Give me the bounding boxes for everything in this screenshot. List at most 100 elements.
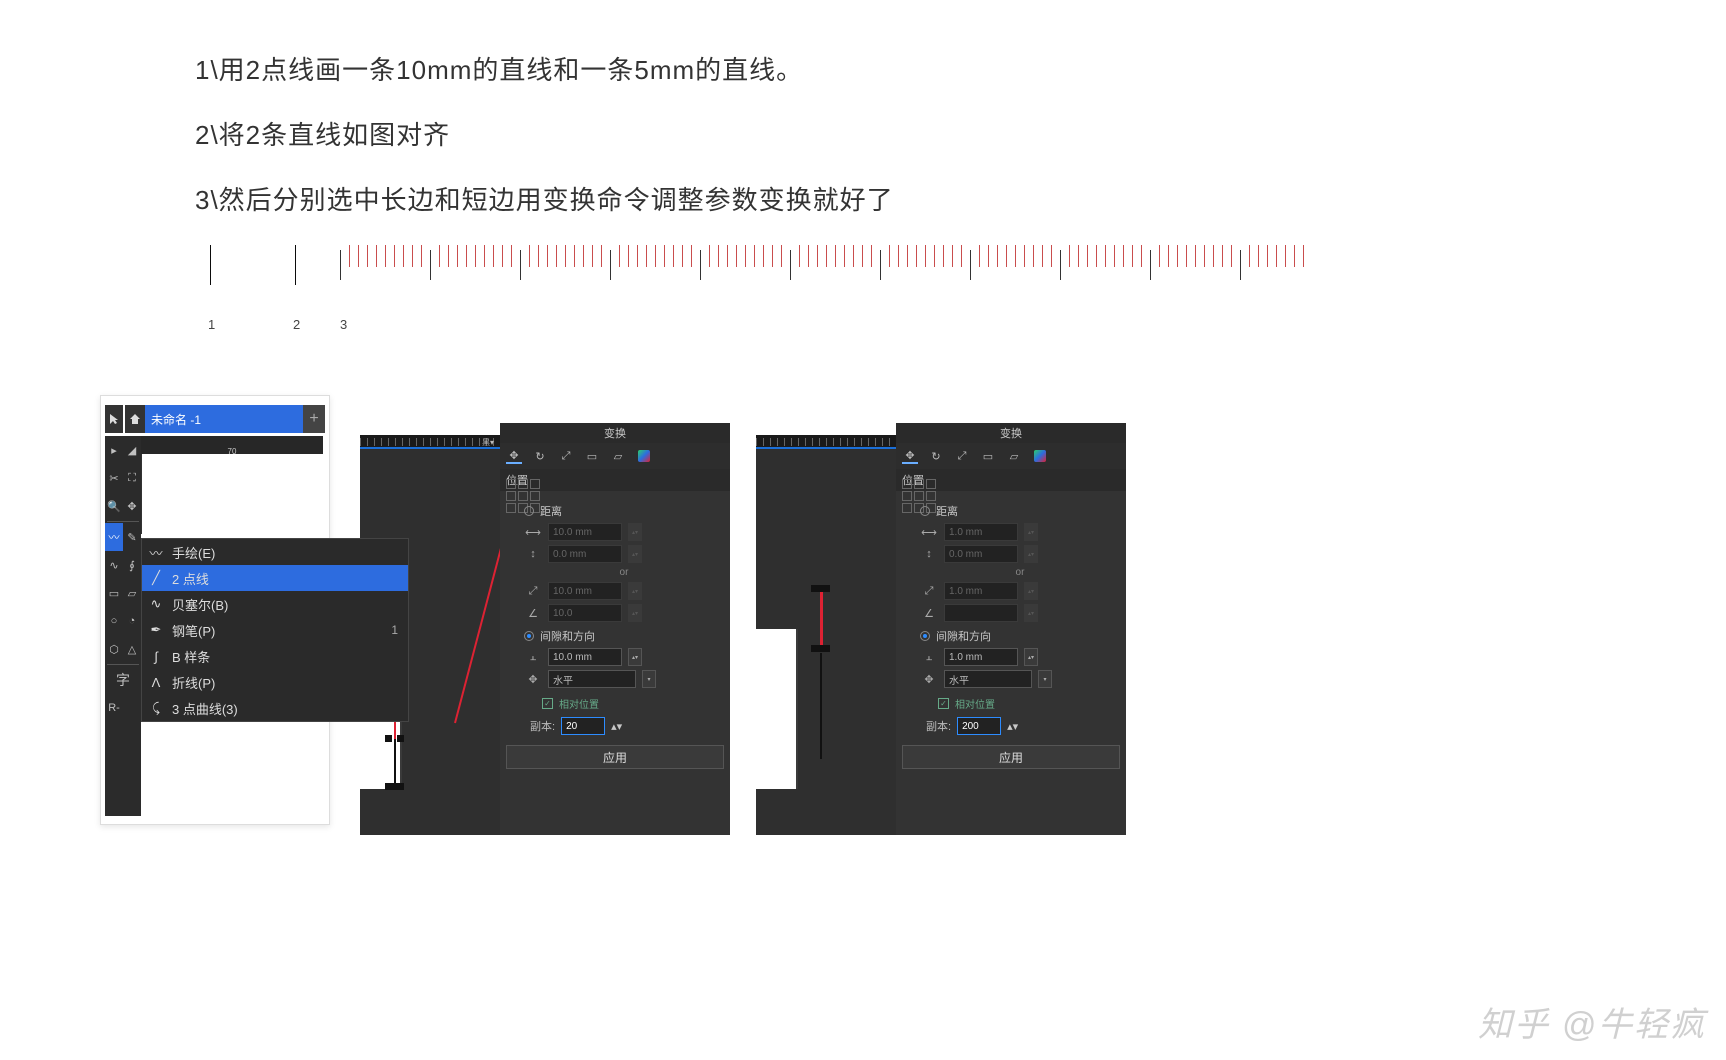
direction-dropdown[interactable]: ▾ [642, 670, 656, 688]
tab-scale-icon-2[interactable]: ⤢ [954, 448, 970, 464]
flyout-pen[interactable]: ✒钢笔(P)1 [142, 617, 408, 643]
flyout-bspline[interactable]: ∫B 样条 [142, 643, 408, 669]
input-dist-h-2[interactable]: 1.0 mm [944, 523, 1018, 541]
freehand-tool[interactable]: 〰 [105, 523, 123, 551]
ellipse2-tool[interactable]: ◔ [123, 607, 141, 635]
tab-position-icon[interactable]: ✥ [506, 448, 522, 464]
spin-dist-h[interactable]: ▴▾ [628, 523, 642, 541]
origin-anchor-grid-2[interactable] [902, 479, 936, 513]
spin-copies[interactable]: ▴▾ [611, 720, 622, 733]
polygon-tool[interactable]: ⬡ [105, 635, 123, 663]
transform-docker-2: 变换 ✥ ↻ ⤢ ▭ ▱ 位置 距离 ⟷1.0 mm▴▾ ↕0.0 mm▴▾ o… [896, 423, 1126, 835]
pan-tool[interactable]: ✥ [123, 492, 141, 520]
ellipse-tool[interactable]: ○ [105, 607, 123, 635]
radio-distance-2[interactable] [920, 506, 930, 516]
pick-tool-icon[interactable] [105, 405, 123, 433]
spin-dist-v-2[interactable]: ▴▾ [1024, 545, 1038, 563]
input-dist-v[interactable]: 0.0 mm [548, 545, 622, 563]
docker-tab-row: ✥ ↻ ⤢ ▭ ▱ [500, 443, 730, 469]
transform-docker: 变换 ✥ ↻ ⤢ ▭ ▱ 位置 距离 ⟷10.0 mm▴▾ ↕0.0 mm▴▾ … [500, 423, 730, 835]
spin-angle-len-2[interactable]: ▴▾ [1024, 582, 1038, 600]
spin-dist-h-2[interactable]: ▴▾ [1024, 523, 1038, 541]
curve2-tool[interactable]: ∮ [123, 551, 141, 579]
spin-angle-len[interactable]: ▴▾ [628, 582, 642, 600]
three-point-curve-icon: ⤹ [148, 700, 164, 716]
anglelen-icon-2: ⤢ [920, 585, 938, 598]
tab-scale-icon[interactable]: ⤢ [558, 448, 574, 464]
zoom-tool[interactable]: 🔍 [105, 492, 123, 520]
instruction-step1: 1\用2点线画一条10mm的直线和一条5mm的直线。 [195, 50, 1726, 87]
flyout-bezier[interactable]: ∿贝塞尔(B) [142, 591, 408, 617]
spin-gap[interactable]: ▴▾ [628, 648, 642, 666]
rect2-tool[interactable]: ▱ [123, 579, 141, 607]
flyout-three-point-curve[interactable]: ⤹3 点曲线(3) [142, 695, 408, 721]
input-angle-len-2[interactable]: 1.0 mm [944, 582, 1018, 600]
angle-icon-2: ∠ [920, 607, 938, 620]
instruction-step3: 3\然后分别选中长边和短边用变换命令调整参数变换就好了 [195, 180, 1726, 217]
spin-angle-deg[interactable]: ▴▾ [628, 604, 642, 622]
star-tool[interactable]: △ [123, 635, 141, 663]
select-direction-2[interactable]: 水平 [944, 670, 1032, 688]
select-direction[interactable]: 水平 [548, 670, 636, 688]
flyout-polyline[interactable]: Λ折线(P) [142, 669, 408, 695]
tab-skew-icon-2[interactable]: ▱ [1006, 448, 1022, 464]
radio-gap[interactable] [524, 631, 534, 641]
input-angle-deg-2[interactable] [944, 604, 1018, 622]
selection-short-line[interactable] [811, 589, 831, 759]
spin-angle-deg-2[interactable]: ▴▾ [1024, 604, 1038, 622]
ruler-label-3: 3 [340, 317, 347, 332]
flyout-freehand[interactable]: 〰手绘(E) [142, 539, 408, 565]
instructions-block: 1\用2点线画一条10mm的直线和一条5mm的直线。 2\将2条直线如图对齐 3… [0, 0, 1726, 217]
spin-dist-v[interactable]: ▴▾ [628, 545, 642, 563]
input-gap[interactable]: 10.0 mm [548, 648, 622, 666]
radio-gap-2[interactable] [920, 631, 930, 641]
anglelen-icon: ⤢ [524, 585, 542, 598]
checkbox-relative-2[interactable]: ✓ [938, 698, 949, 709]
crop2-tool[interactable]: ⛶ [123, 464, 141, 492]
copies-label: 副本: [530, 718, 555, 734]
tab-project-icon[interactable] [636, 448, 652, 464]
vert-icon: ↕ [524, 548, 542, 560]
direction-dropdown-2[interactable]: ▾ [1038, 670, 1052, 688]
crop-tool[interactable]: ✂ [105, 464, 123, 492]
or-separator-2: or [920, 567, 1120, 578]
tab-skew-icon[interactable]: ▱ [610, 448, 626, 464]
copies-label-2: 副本: [926, 718, 951, 734]
input-copies-2[interactable]: 200 [957, 717, 1001, 735]
input-copies[interactable]: 20 [561, 717, 605, 735]
tab-rotate-icon[interactable]: ↻ [532, 448, 548, 464]
input-dist-h[interactable]: 10.0 mm [548, 523, 622, 541]
document-tab[interactable]: 未命名 -1 [145, 405, 303, 433]
horiz-icon-2: ⟷ [920, 526, 938, 539]
text-tool[interactable]: 字 [105, 666, 141, 694]
home-icon[interactable] [125, 405, 145, 433]
add-tab-button[interactable]: + [303, 405, 325, 433]
pick-tool[interactable]: ▸ [105, 436, 123, 464]
spin-gap-2[interactable]: ▴▾ [1024, 648, 1038, 666]
input-angle-deg[interactable]: 10.0 [548, 604, 622, 622]
input-dist-v-2[interactable]: 0.0 mm [944, 545, 1018, 563]
tab-position-icon-2[interactable]: ✥ [902, 448, 918, 464]
dim-tool[interactable]: R- [105, 694, 123, 722]
apply-button-2[interactable]: 应用 [902, 745, 1120, 769]
tab-rotate-icon-2[interactable]: ↻ [928, 448, 944, 464]
tab-size-icon[interactable]: ▭ [584, 448, 600, 464]
radio-distance[interactable] [524, 506, 534, 516]
gap-icon: ⫠ [524, 651, 542, 664]
horiz-icon: ⟷ [524, 526, 542, 539]
polyline-icon: Λ [148, 675, 164, 690]
shape-tool[interactable]: ◢ [123, 436, 141, 464]
apply-button[interactable]: 应用 [506, 745, 724, 769]
rectangle-tool[interactable]: ▭ [105, 579, 123, 607]
artistic-tool[interactable]: ✎ [123, 523, 141, 551]
input-angle-len[interactable]: 10.0 mm [548, 582, 622, 600]
origin-anchor-grid[interactable] [506, 479, 540, 513]
checkbox-relative-label-2: 相对位置 [955, 696, 995, 711]
flyout-two-point-line[interactable]: ╱2 点线 [142, 565, 408, 591]
input-gap-2[interactable]: 1.0 mm [944, 648, 1018, 666]
tab-size-icon-2[interactable]: ▭ [980, 448, 996, 464]
spin-copies-2[interactable]: ▴▾ [1007, 720, 1018, 733]
curve-tool[interactable]: ∿ [105, 551, 123, 579]
tab-project-icon-2[interactable] [1032, 448, 1048, 464]
checkbox-relative[interactable]: ✓ [542, 698, 553, 709]
